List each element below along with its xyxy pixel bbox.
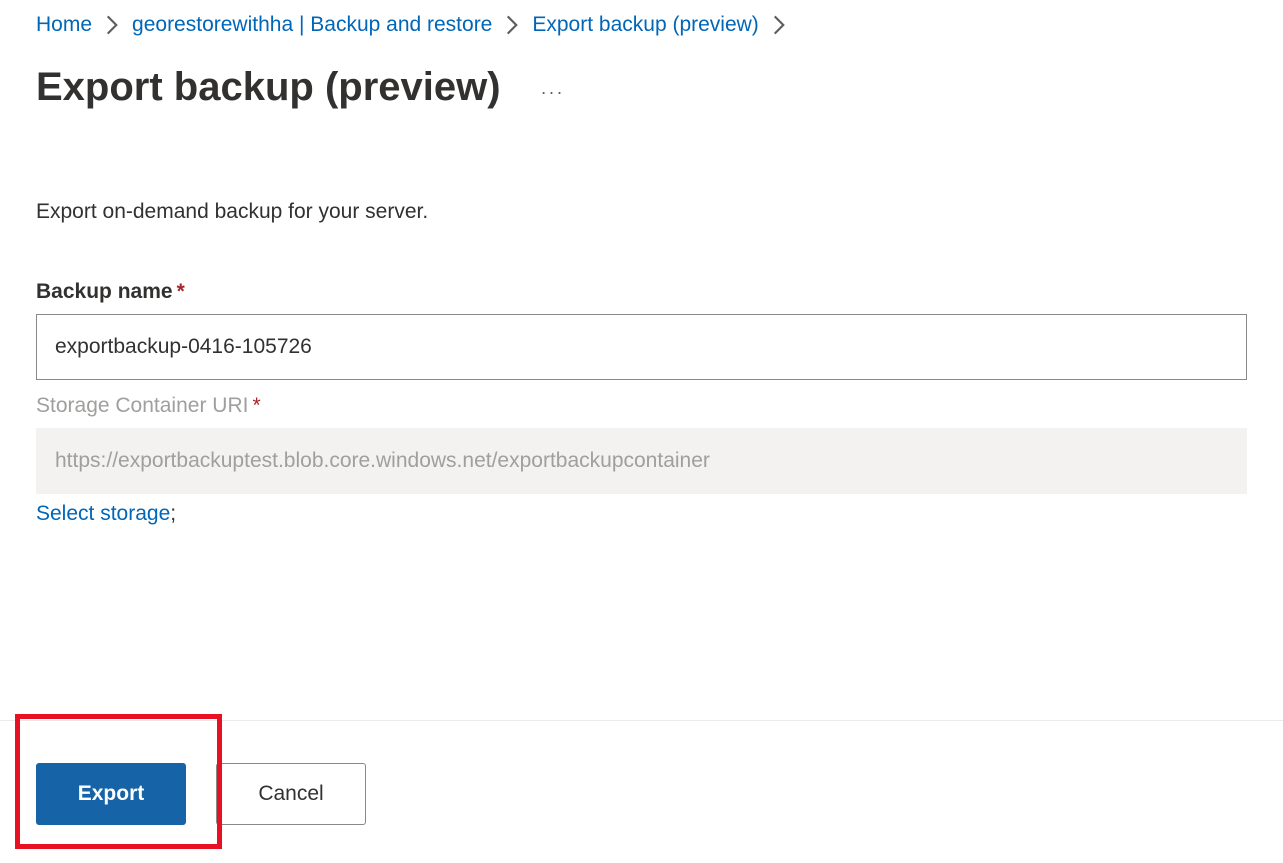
storage-uri-label: Storage Container URI* [36, 394, 1247, 418]
backup-name-field-group: Backup name* [36, 280, 1247, 380]
breadcrumb-resource[interactable]: georestorewithha | Backup and restore [132, 13, 492, 37]
page-description: Export on-demand backup for your server. [36, 200, 1247, 224]
backup-name-label: Backup name* [36, 280, 1247, 304]
breadcrumb: Home georestorewithha | Backup and resto… [36, 13, 1247, 37]
chevron-right-icon [773, 15, 785, 35]
storage-uri-input [36, 428, 1247, 494]
chevron-right-icon [506, 15, 518, 35]
export-button[interactable]: Export [36, 763, 186, 825]
select-storage-link[interactable]: Select storage [36, 502, 170, 525]
breadcrumb-current[interactable]: Export backup (preview) [532, 13, 758, 37]
breadcrumb-home[interactable]: Home [36, 13, 92, 37]
cancel-button[interactable]: Cancel [216, 763, 366, 825]
required-indicator: * [252, 394, 260, 417]
storage-uri-field-group: Storage Container URI* Select storage; [36, 394, 1247, 526]
chevron-right-icon [106, 15, 118, 35]
required-indicator: * [177, 280, 185, 303]
page-title: Export backup (preview) [36, 65, 501, 110]
backup-name-input[interactable] [36, 314, 1247, 380]
more-icon[interactable]: ··· [541, 72, 565, 103]
footer-actions: Export Cancel [0, 720, 1283, 853]
punctuation: ; [170, 502, 176, 525]
